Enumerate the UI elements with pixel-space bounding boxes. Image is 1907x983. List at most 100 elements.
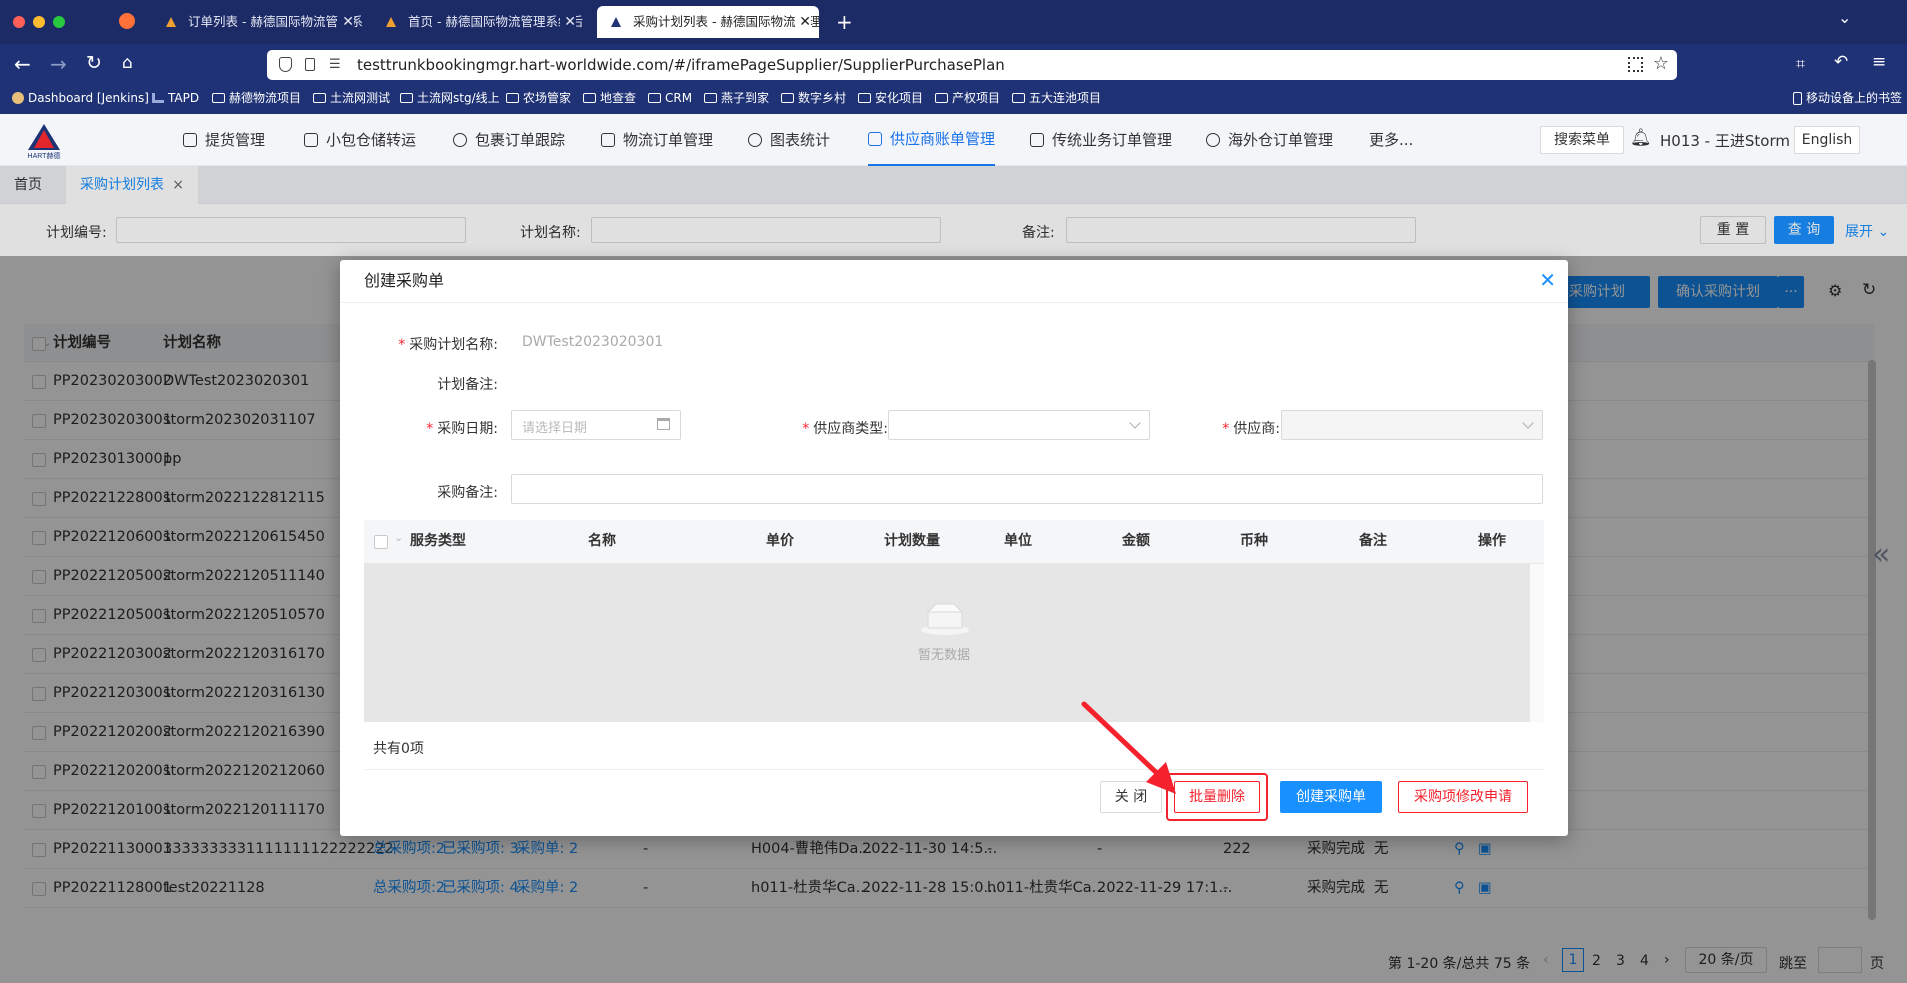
pie-chart-icon xyxy=(748,133,762,147)
favicon-icon xyxy=(611,17,621,27)
mobile-icon xyxy=(1793,91,1802,105)
close-tab-icon[interactable]: ✕ xyxy=(795,6,811,38)
plan-name-value: DWTest2023020301 xyxy=(522,334,664,350)
plan-name-label: * 采购计划名称: xyxy=(398,337,498,353)
col-service-type: 服务类型 xyxy=(410,533,466,549)
bookmark-folder[interactable]: CRM xyxy=(648,86,692,110)
reload-icon[interactable]: ↻ xyxy=(86,52,102,74)
modal-header xyxy=(340,260,1568,303)
qr-code-icon[interactable] xyxy=(1628,57,1643,72)
create-order-button[interactable]: 创建采购单 xyxy=(1280,781,1382,813)
folder-icon xyxy=(583,93,596,103)
col-unit-price: 单价 xyxy=(766,533,794,549)
box-icon xyxy=(304,133,318,147)
empty-text: 暂无数据 xyxy=(918,648,971,663)
bookmark-folder[interactable]: 土流网stg/线上 xyxy=(400,86,500,110)
bookmark-star-icon[interactable]: ☆ xyxy=(1653,53,1669,74)
forward-arrow-icon[interactable]: → xyxy=(50,52,67,76)
maximize-window-button[interactable] xyxy=(53,16,65,28)
menu-more[interactable]: 更多... xyxy=(1369,114,1413,166)
select-all-checkbox[interactable] xyxy=(374,535,388,549)
bookmark-folder[interactable]: 产权项目 xyxy=(935,86,1000,110)
folder-icon xyxy=(704,93,717,103)
language-switch-button[interactable]: English xyxy=(1794,126,1860,154)
col-unit: 单位 xyxy=(1004,533,1032,549)
bookmark-jenkins[interactable]: Dashboard [Jenkins] xyxy=(12,86,149,110)
tab-list-chevron-icon[interactable]: ⌄ xyxy=(1838,8,1851,27)
menu-parcel-storage[interactable]: 小包仓储转运 xyxy=(304,114,416,166)
bookmark-folder[interactable]: 土流网测试 xyxy=(313,86,390,110)
url-text: testtrunkbookingmgr.hart-worldwide.com/#… xyxy=(357,56,1005,74)
col-name: 名称 xyxy=(588,533,616,549)
new-tab-icon[interactable]: + xyxy=(836,10,853,34)
bookmark-tapd[interactable]: TAPD xyxy=(152,86,199,110)
bookmark-folder[interactable]: 地查查 xyxy=(583,86,636,110)
bookmark-folder[interactable]: 数字乡村 xyxy=(781,86,846,110)
bookmark-mobile[interactable]: 移动设备上的书签 xyxy=(1793,86,1902,110)
app-header: HART赫德 提货管理 小包仓储转运 包裹订单跟踪 物流订单管理 图表统计 供应… xyxy=(0,114,1907,166)
crop-icon[interactable]: ⌗ xyxy=(1796,54,1805,74)
menu-charts[interactable]: 图表统计 xyxy=(748,114,830,166)
items-table-header: ⌄ 服务类型 名称 单价 计划数量 单位 金额 币种 备注 操作 xyxy=(364,520,1544,564)
items-count: 共有0项 xyxy=(373,741,424,757)
bell-icon[interactable]: 🔔︎ xyxy=(1630,128,1652,148)
menu-logistics-orders[interactable]: 物流订单管理 xyxy=(601,114,713,166)
chevron-down-icon xyxy=(1522,417,1534,429)
bookmark-folder[interactable]: 燕子到家 xyxy=(704,86,769,110)
browser-tab-home[interactable]: 首页 - 赫德国际物流管理系统后台 ✕ xyxy=(372,6,584,38)
shield-icon[interactable] xyxy=(279,57,292,72)
close-modal-icon[interactable]: ✕ xyxy=(1539,268,1556,292)
menu-supplier-billing[interactable]: 供应商账单管理 xyxy=(868,114,996,166)
address-bar[interactable]: ☰ testtrunkbookingmgr.hart-worldwide.com… xyxy=(267,50,1677,80)
menu-traditional-orders[interactable]: 传统业务订单管理 xyxy=(1030,114,1172,166)
folder-icon xyxy=(212,93,225,103)
lock-icon[interactable] xyxy=(305,58,315,71)
close-window-button[interactable] xyxy=(13,16,25,28)
col-plan-qty: 计划数量 xyxy=(884,533,940,549)
browser-tab-purchase-plan[interactable]: 采购计划列表 - 赫德国际物流管理 ✕ xyxy=(597,6,819,38)
gauge-icon xyxy=(1206,133,1220,147)
hart-logo[interactable]: HART赫德 xyxy=(24,122,64,160)
menu-overseas-warehouse[interactable]: 海外仓订单管理 xyxy=(1206,114,1333,166)
menu-icon[interactable]: ≡ xyxy=(1872,52,1886,72)
close-tab-icon[interactable]: ✕ xyxy=(338,6,354,38)
bookmark-folder[interactable]: 赫德物流项目 xyxy=(212,86,301,110)
browser-tab-orders[interactable]: 订单列表 - 赫德国际物流管理系统 ✕ xyxy=(152,6,362,38)
modal-title: 创建采购单 xyxy=(364,271,445,290)
search-menu-button[interactable]: 搜索菜单 xyxy=(1540,126,1624,154)
items-scrollbar[interactable] xyxy=(1530,564,1544,722)
close-tab-icon[interactable]: ✕ xyxy=(560,6,576,38)
supplier-select[interactable] xyxy=(1281,410,1543,440)
purchase-remark-label: 采购备注: xyxy=(437,485,498,501)
minimize-window-button[interactable] xyxy=(33,16,45,28)
jenkins-icon xyxy=(12,92,24,104)
menu-pickup[interactable]: 提货管理 xyxy=(183,114,265,166)
bookmark-folder[interactable]: 五大连池项目 xyxy=(1012,86,1101,110)
folder-icon xyxy=(601,133,615,147)
undo-icon[interactable]: ↶ xyxy=(1834,52,1848,72)
chevron-down-icon[interactable]: ⌄ xyxy=(394,531,403,544)
permissions-icon[interactable]: ☰ xyxy=(329,57,341,72)
modal-divider xyxy=(364,769,1544,770)
browser-nav-bar: ← → ↻ ⌂ ☰ testtrunkbookingmgr.hart-world… xyxy=(0,44,1907,86)
menu-parcel-tracking[interactable]: 包裹订单跟踪 xyxy=(453,114,565,166)
folder-icon xyxy=(313,93,326,103)
purchase-remark-input[interactable] xyxy=(511,474,1543,504)
bookmark-folder[interactable]: 农场管家 xyxy=(506,86,571,110)
modify-request-button[interactable]: 采购项修改申请 xyxy=(1398,781,1528,813)
items-empty-area: 暂无数据 xyxy=(364,564,1530,722)
favicon-icon xyxy=(166,17,176,27)
logo-text: HART赫德 xyxy=(28,151,61,160)
bookmark-folder[interactable]: 安化项目 xyxy=(858,86,923,110)
home-icon[interactable]: ⌂ xyxy=(122,53,133,73)
supplier-type-select[interactable] xyxy=(888,410,1150,440)
back-arrow-icon[interactable]: ← xyxy=(14,52,31,76)
purchase-date-label: * 采购日期: xyxy=(426,421,498,437)
empty-box-icon xyxy=(920,602,970,636)
search-icon xyxy=(453,133,467,147)
purchase-date-picker[interactable]: 请选择日期 xyxy=(511,410,681,440)
folder-icon xyxy=(648,93,661,103)
calendar-icon xyxy=(657,418,670,430)
user-name[interactable]: H013 - 王进Storm xyxy=(1660,130,1790,151)
date-placeholder: 请选择日期 xyxy=(522,421,588,436)
